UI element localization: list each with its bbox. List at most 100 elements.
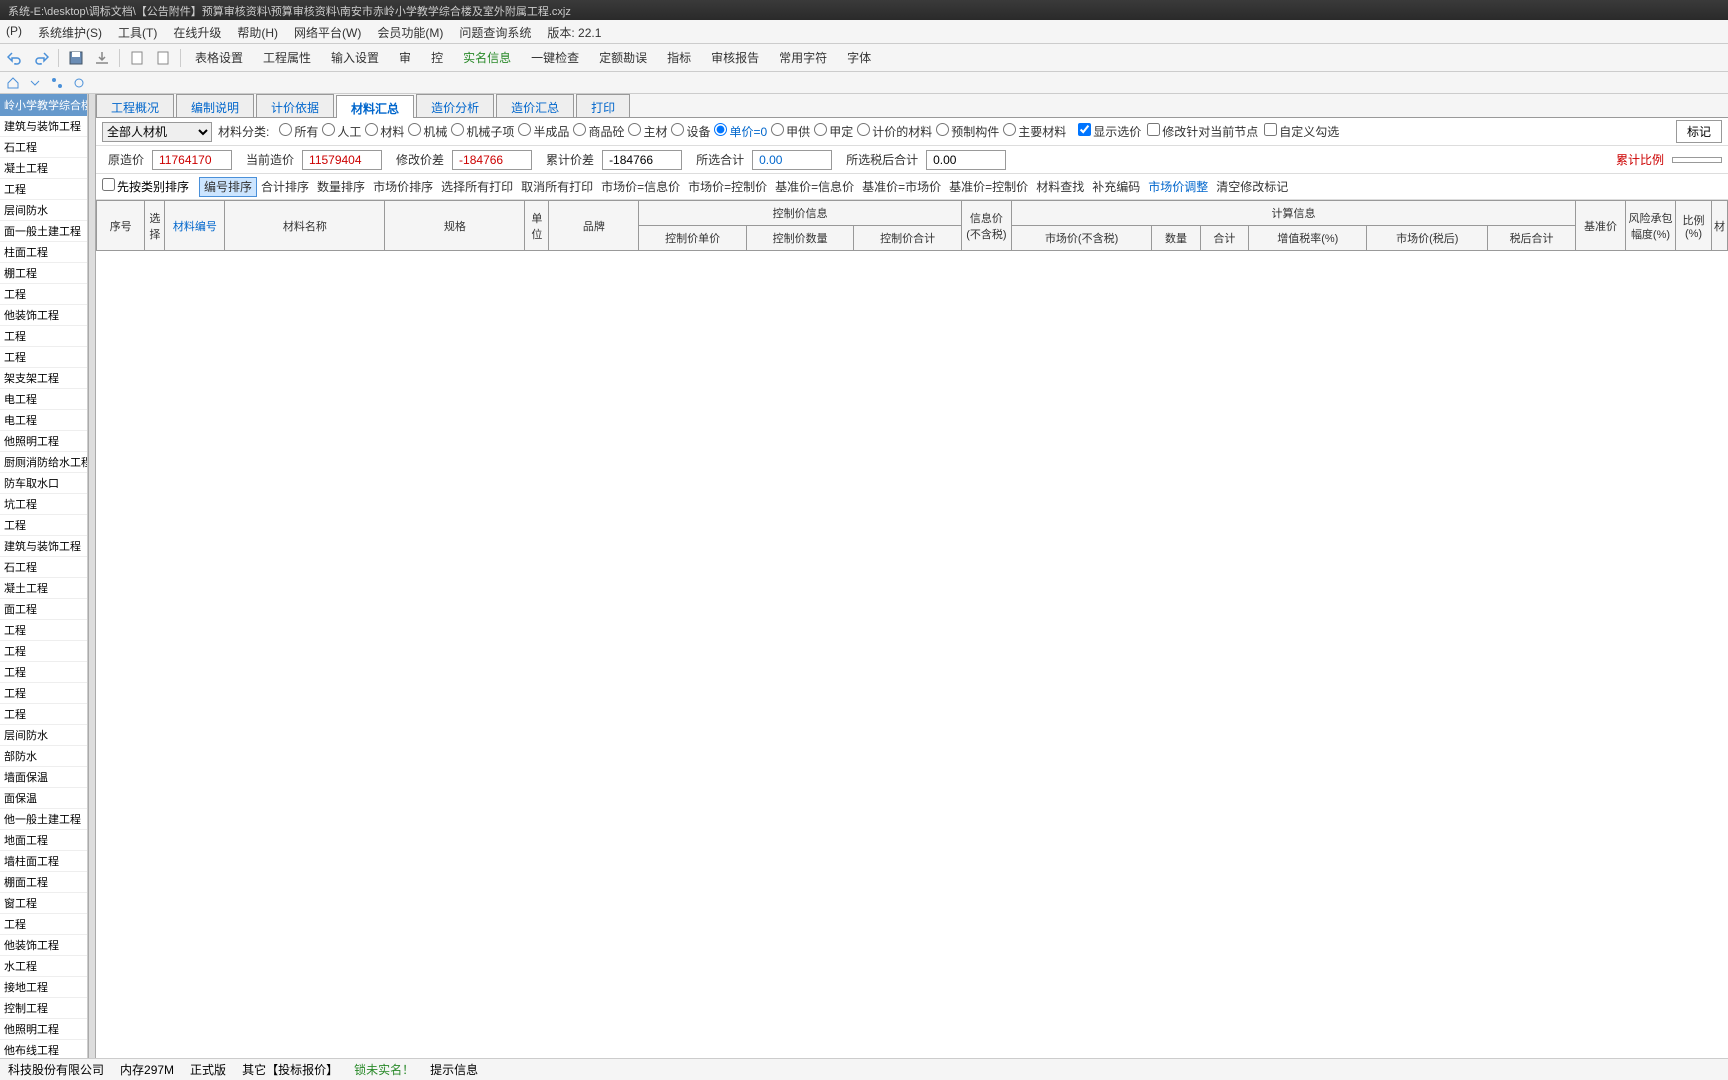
- sidebar-item-4[interactable]: 层间防水: [0, 200, 87, 221]
- sidebar-item-16[interactable]: 厨厕消防给水工程: [0, 452, 87, 473]
- col-material-code[interactable]: 材料编号: [165, 201, 225, 251]
- sidebar-item-8[interactable]: 工程: [0, 284, 87, 305]
- btn-quota-errata[interactable]: 定额勘误: [593, 47, 653, 68]
- sort-btn-5[interactable]: 取消所有打印: [517, 178, 597, 196]
- redo-icon[interactable]: [32, 49, 50, 67]
- sidebar-item-10[interactable]: 工程: [0, 326, 87, 347]
- col-vat-rate[interactable]: 增值税率(%): [1249, 226, 1367, 251]
- sort-btn-0[interactable]: 编号排序: [199, 177, 257, 197]
- radio-0[interactable]: 所有: [275, 125, 318, 139]
- sidebar-item-43[interactable]: 他照明工程: [0, 1019, 87, 1040]
- btn-realname[interactable]: 实名信息: [457, 47, 517, 68]
- col-total-aftertax[interactable]: 税后合计: [1488, 226, 1576, 251]
- menu-system[interactable]: 系统维护(S): [38, 24, 102, 39]
- btn-onecheck[interactable]: 一键检查: [525, 47, 585, 68]
- menu-help[interactable]: 帮助(H): [237, 24, 278, 39]
- sidebar-item-12[interactable]: 架支架工程: [0, 368, 87, 389]
- check-2[interactable]: 自定义勾选: [1258, 125, 1339, 139]
- sidebar-item-37[interactable]: 窗工程: [0, 893, 87, 914]
- sidebar-item-22[interactable]: 凝土工程: [0, 578, 87, 599]
- col-control-group[interactable]: 控制价信息: [639, 201, 962, 226]
- radio-12[interactable]: 计价的材料: [853, 125, 932, 139]
- save-icon[interactable]: [67, 49, 85, 67]
- sort-btn-11[interactable]: 材料查找: [1032, 178, 1088, 196]
- undo-icon[interactable]: [6, 49, 24, 67]
- menu-member[interactable]: 会员功能(M): [377, 24, 443, 39]
- col-seq[interactable]: 序号: [97, 201, 145, 251]
- radio-10[interactable]: 甲供: [767, 125, 810, 139]
- sort-btn-8[interactable]: 基准价=信息价: [771, 178, 858, 196]
- col-material-name[interactable]: 材料名称: [225, 201, 385, 251]
- tab-0[interactable]: 工程概况: [96, 94, 174, 117]
- sidebar-item-23[interactable]: 面工程: [0, 599, 87, 620]
- tab-3[interactable]: 材料汇总: [336, 95, 414, 118]
- sidebar-item-41[interactable]: 接地工程: [0, 977, 87, 998]
- sort-btn-12[interactable]: 补充编码: [1088, 178, 1144, 196]
- sidebar-item-0[interactable]: 建筑与装饰工程: [0, 116, 87, 137]
- col-calc-group[interactable]: 计算信息: [1011, 201, 1575, 226]
- btn-control[interactable]: 控: [425, 47, 449, 68]
- sort-by-category-check[interactable]: 先按类别排序: [102, 178, 189, 195]
- tree-icon[interactable]: [50, 76, 64, 90]
- sidebar-item-5[interactable]: 面一般土建工程: [0, 221, 87, 242]
- sidebar-item-38[interactable]: 工程: [0, 914, 87, 935]
- sidebar-item-42[interactable]: 控制工程: [0, 998, 87, 1019]
- sidebar-item-44[interactable]: 他布线工程: [0, 1040, 87, 1058]
- radio-13[interactable]: 预制构件: [932, 125, 999, 139]
- down-icon[interactable]: [28, 76, 42, 90]
- sidebar-item-11[interactable]: 工程: [0, 347, 87, 368]
- sidebar-item-32[interactable]: 面保温: [0, 788, 87, 809]
- sidebar-item-19[interactable]: 工程: [0, 515, 87, 536]
- sidebar-item-6[interactable]: 柱面工程: [0, 242, 87, 263]
- sidebar-item-39[interactable]: 他装饰工程: [0, 935, 87, 956]
- sidebar-item-36[interactable]: 棚面工程: [0, 872, 87, 893]
- sort-btn-3[interactable]: 市场价排序: [369, 178, 437, 196]
- col-market-aftertax[interactable]: 市场价(税后): [1367, 226, 1488, 251]
- col-base-price[interactable]: 基准价: [1576, 201, 1626, 251]
- sort-btn-1[interactable]: 合计排序: [257, 178, 313, 196]
- sidebar-item-17[interactable]: 防车取水口: [0, 473, 87, 494]
- btn-table-settings[interactable]: 表格设置: [189, 47, 249, 68]
- sidebar-item-35[interactable]: 墙柱面工程: [0, 851, 87, 872]
- col-brand[interactable]: 品牌: [549, 201, 639, 251]
- col-ctrl-qty[interactable]: 控制价数量: [746, 226, 854, 251]
- sidebar-item-21[interactable]: 石工程: [0, 557, 87, 578]
- col-qty[interactable]: 数量: [1152, 226, 1200, 251]
- btn-audit[interactable]: 审: [393, 47, 417, 68]
- col-select[interactable]: 选择: [145, 201, 165, 251]
- btn-audit-report[interactable]: 审核报告: [705, 47, 765, 68]
- menu-upgrade[interactable]: 在线升级: [173, 24, 221, 39]
- col-total[interactable]: 合计: [1200, 226, 1248, 251]
- col-ctrl-unit[interactable]: 控制价单价: [639, 226, 747, 251]
- sort-btn-13[interactable]: 市场价调整: [1144, 178, 1212, 196]
- col-more[interactable]: 材: [1712, 201, 1728, 251]
- col-ratio[interactable]: 比例(%): [1676, 201, 1712, 251]
- btn-project-props[interactable]: 工程属性: [257, 47, 317, 68]
- refresh-icon[interactable]: [72, 76, 86, 90]
- menu-network[interactable]: 网络平台(W): [294, 24, 361, 39]
- sort-btn-6[interactable]: 市场价=信息价: [597, 178, 684, 196]
- sort-btn-10[interactable]: 基准价=控制价: [945, 178, 1032, 196]
- sidebar-item-27[interactable]: 工程: [0, 683, 87, 704]
- menu-query[interactable]: 问题查询系统: [459, 24, 531, 39]
- radio-14[interactable]: 主要材料: [999, 125, 1066, 139]
- btn-common-chars[interactable]: 常用字符: [773, 47, 833, 68]
- sidebar-item-34[interactable]: 地面工程: [0, 830, 87, 851]
- check-1[interactable]: 修改针对当前节点: [1141, 125, 1258, 139]
- radio-11[interactable]: 甲定: [810, 125, 853, 139]
- sidebar-item-1[interactable]: 石工程: [0, 137, 87, 158]
- radio-7[interactable]: 主材: [624, 125, 667, 139]
- sort-btn-9[interactable]: 基准价=市场价: [858, 178, 945, 196]
- mark-button[interactable]: 标记: [1676, 120, 1722, 143]
- sidebar-item-29[interactable]: 层间防水: [0, 725, 87, 746]
- export-icon[interactable]: [93, 49, 111, 67]
- sidebar-item-26[interactable]: 工程: [0, 662, 87, 683]
- tab-5[interactable]: 造价汇总: [496, 94, 574, 117]
- sidebar-item-15[interactable]: 他照明工程: [0, 431, 87, 452]
- sidebar-item-30[interactable]: 部防水: [0, 746, 87, 767]
- doc2-icon[interactable]: [154, 49, 172, 67]
- radio-3[interactable]: 机械: [404, 125, 447, 139]
- sidebar-item-25[interactable]: 工程: [0, 641, 87, 662]
- btn-index[interactable]: 指标: [661, 47, 697, 68]
- sidebar-item-24[interactable]: 工程: [0, 620, 87, 641]
